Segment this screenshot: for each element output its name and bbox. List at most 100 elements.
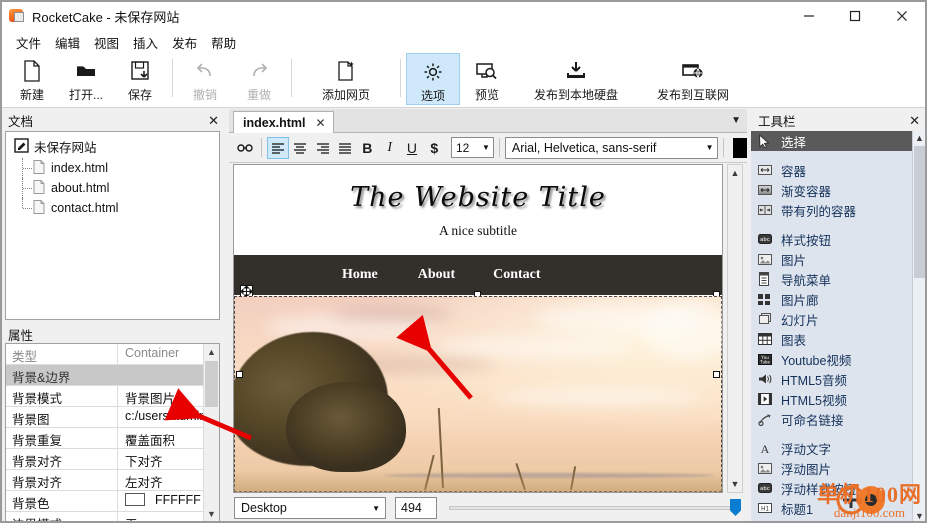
toolbar-publish-local-button[interactable]: 发布到本地硬盘 <box>514 53 638 105</box>
save-disk-icon <box>130 59 151 83</box>
align-left-icon[interactable] <box>267 136 289 159</box>
scrollbar-thumb[interactable] <box>205 361 218 407</box>
menu-insert[interactable]: 插入 <box>126 31 165 54</box>
toolbar-new-button[interactable]: 新建 <box>5 53 59 105</box>
property-group-row: 背景&边界 <box>6 365 219 386</box>
property-row-bgcolor[interactable]: 背景色 FFFFFF <box>6 491 219 512</box>
property-row[interactable]: 类型 Container <box>6 344 219 365</box>
color-swatch[interactable] <box>125 493 145 506</box>
menu-file[interactable]: 文件 <box>9 31 48 54</box>
tab-index-html[interactable]: index.html ✕ <box>233 111 334 134</box>
site-header-block[interactable]: The Website Title A nice subtitle <box>234 166 722 255</box>
font-size-value: 12 <box>455 140 470 155</box>
tool-item-column-container[interactable]: 带有列的容器 <box>751 200 926 220</box>
page-canvas[interactable]: The Website Title A nice subtitle Home A… <box>233 164 723 493</box>
tool-item-nav-menu[interactable]: 导航菜单 <box>751 269 926 289</box>
property-row[interactable]: 背景对齐 左对齐 <box>6 470 219 491</box>
tool-item-audio[interactable]: HTML5音频 <box>751 369 926 389</box>
toolbar-options-button[interactable]: 选项 <box>406 53 460 105</box>
toolbar-add-page-button[interactable]: 添加网页 <box>297 53 395 105</box>
nav-link-contact[interactable]: Contact <box>493 267 540 283</box>
link-icon[interactable] <box>234 137 255 159</box>
main-toolbar: 新建 打开... 保存 撤销 重做 添加网页 选项 预览 发布到本地硬盘 发布到… <box>1 53 926 108</box>
close-icon[interactable]: ✕ <box>909 114 920 127</box>
scroll-down-icon[interactable]: ▼ <box>204 506 219 522</box>
nav-link-about[interactable]: About <box>418 267 455 283</box>
editor-tab-strip: index.html ✕ ▼ <box>229 109 747 134</box>
canvas-scrollbar[interactable]: ▲ ▼ <box>727 164 743 493</box>
tool-item-image[interactable]: 图片 <box>751 249 926 269</box>
tool-item-label: 带有列的容器 <box>781 204 857 219</box>
toolbar-save-button[interactable]: 保存 <box>113 53 167 105</box>
scrollbar-thumb[interactable] <box>914 146 925 278</box>
toolbar-publish-web-button[interactable]: 发布到互联网 <box>638 53 748 105</box>
tool-item-slideshow[interactable]: 幻灯片 <box>751 309 926 329</box>
tool-item-gradient-container[interactable]: 渐变容器 <box>751 180 926 200</box>
align-center-icon[interactable] <box>290 137 311 159</box>
close-icon[interactable]: ✕ <box>208 114 219 127</box>
width-input[interactable]: 494 <box>395 497 437 519</box>
chevron-down-icon[interactable]: ▼ <box>731 115 741 126</box>
toolbar-open-button[interactable]: 打开... <box>59 53 113 105</box>
tree-file-index-label: index.html <box>51 161 108 175</box>
align-justify-icon[interactable] <box>334 137 355 159</box>
tool-item-gallery[interactable]: 图片廊 <box>751 289 926 309</box>
close-button[interactable] <box>878 1 926 31</box>
svg-text:A: A <box>761 442 770 455</box>
tool-item-video[interactable]: HTML5视频 <box>751 389 926 409</box>
tree-file-about[interactable]: about.html <box>6 178 219 198</box>
tool-item-container[interactable]: 容器 <box>751 160 926 180</box>
menu-publish[interactable]: 发布 <box>165 31 204 54</box>
nav-link-home[interactable]: Home <box>342 267 378 283</box>
heading1-icon: H1 <box>758 502 776 514</box>
scroll-up-icon[interactable]: ▲ <box>913 131 926 145</box>
menu-help[interactable]: 帮助 <box>204 31 243 54</box>
properties-scrollbar[interactable]: ▲ ▼ <box>203 344 219 522</box>
device-select[interactable]: Desktop ▼ <box>234 497 386 519</box>
file-icon <box>33 179 45 197</box>
tool-item-youtube[interactable]: You Tube Youtube视频 <box>751 349 926 369</box>
property-row[interactable]: 边界模式 无 <box>6 512 219 522</box>
property-row[interactable]: 背景重复 覆盖面积 <box>6 428 219 449</box>
underline-button[interactable]: U <box>401 137 422 159</box>
tool-item-label: 容器 <box>781 164 807 179</box>
tree-root-item[interactable]: 未保存网站 <box>6 132 219 158</box>
maximize-button[interactable] <box>832 1 878 31</box>
currency-button[interactable]: $ <box>424 137 445 159</box>
tree-file-contact[interactable]: contact.html <box>6 198 219 218</box>
font-size-select[interactable]: 12 ▼ <box>450 137 494 158</box>
scroll-down-icon[interactable]: ▼ <box>728 476 742 492</box>
menu-edit[interactable]: 编辑 <box>48 31 87 54</box>
close-icon[interactable]: ✕ <box>316 116 326 130</box>
tool-item-select[interactable]: 选择 <box>751 131 926 151</box>
property-row[interactable]: 背景对齐 下对齐 <box>6 449 219 470</box>
menu-view[interactable]: 视图 <box>87 31 126 54</box>
scroll-up-icon[interactable]: ▲ <box>204 344 219 360</box>
font-family-select[interactable]: Arial, Helvetica, sans-serif ▼ <box>504 136 719 159</box>
slider-knob[interactable] <box>730 499 741 516</box>
width-slider[interactable] <box>449 497 741 519</box>
property-row[interactable]: 背景模式 背景图片 <box>6 386 219 407</box>
minimize-button[interactable] <box>786 1 832 31</box>
toolbar-undo-button[interactable]: 撤销 <box>178 53 232 105</box>
align-right-icon[interactable] <box>312 137 333 159</box>
documents-tree[interactable]: 未保存网站 index.html about.html contact.html <box>5 131 220 320</box>
italic-button[interactable]: I <box>379 137 400 159</box>
tool-item-floating-text[interactable]: A 浮动文字 <box>751 438 926 458</box>
window-controls <box>786 1 926 31</box>
text-color-button[interactable] <box>733 137 748 158</box>
toolbar-preview-button[interactable]: 预览 <box>460 53 514 105</box>
floating-image-icon <box>758 462 776 475</box>
tool-item-styled-button[interactable]: abc 样式按钮 <box>751 229 926 249</box>
tools-scrollbar[interactable]: ▲ ▼ <box>912 131 926 522</box>
site-nav-bar[interactable]: Home About Contact <box>234 255 722 295</box>
toolbar-redo-button[interactable]: 重做 <box>232 53 286 105</box>
tree-file-index[interactable]: index.html <box>6 158 219 178</box>
tool-item-anchor-link[interactable]: 可命名链接 <box>751 409 926 429</box>
tool-item-table[interactable]: 图表 <box>751 329 926 349</box>
bold-button[interactable]: B <box>357 137 378 159</box>
hero-image[interactable] <box>234 296 722 492</box>
foreground-grass <box>234 470 722 492</box>
scroll-up-icon[interactable]: ▲ <box>728 165 742 181</box>
property-row[interactable]: 背景图 c:/users/admin <box>6 407 219 428</box>
